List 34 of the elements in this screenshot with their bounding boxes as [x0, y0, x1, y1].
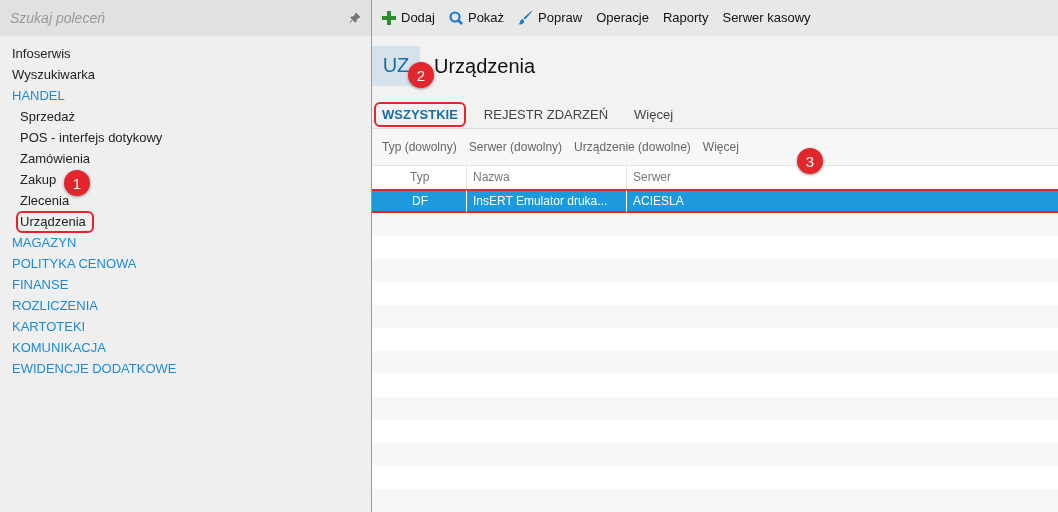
toolbar-button[interactable]: Serwer kasowy	[720, 10, 813, 26]
filter-button[interactable]: Typ (dowolny)	[382, 140, 457, 155]
toolbar-button[interactable]: Raporty	[660, 10, 711, 26]
search-icon	[448, 10, 463, 25]
column-header[interactable]: Nazwa	[466, 166, 626, 189]
tab[interactable]: REJESTR ZDARZEŃ	[477, 104, 615, 126]
pin-icon[interactable]	[349, 12, 361, 24]
page-title: Urządzenia	[434, 53, 536, 79]
plus-icon	[382, 10, 396, 25]
tab[interactable]: Więcej	[628, 104, 680, 126]
filter-button[interactable]: Serwer (dowolny)	[468, 140, 563, 155]
search-field[interactable]: Szukaj poleceń	[10, 10, 343, 26]
toolbar-button[interactable]: Dodaj	[380, 10, 437, 26]
filter-button[interactable]: Więcej	[702, 140, 739, 155]
tab[interactable]: WSZYSTKIE	[376, 104, 464, 126]
column-header[interactable]: Typ	[372, 166, 466, 189]
table-cell: DF	[372, 189, 466, 213]
nav-item[interactable]: Sprzedaż	[18, 108, 77, 126]
brush-icon	[518, 10, 534, 26]
nav-item[interactable]: Zamówienia	[18, 150, 93, 168]
nav-item[interactable]: Zakup	[18, 171, 59, 189]
step-marker: 3	[797, 148, 823, 174]
step-marker: 1	[64, 170, 90, 196]
nav-item[interactable]: Wyszukiwarka	[10, 66, 97, 84]
nav-item[interactable]: Infoserwis	[10, 45, 73, 63]
filter-button[interactable]: Urządzenie (dowolne)	[574, 140, 691, 155]
search-bar[interactable]: Szukaj poleceń	[0, 0, 371, 36]
toolbar-button[interactable]: Operacje	[594, 10, 651, 26]
toolbar-button[interactable]: Pokaż	[446, 10, 507, 26]
table-cell: InsERT Emulator druka...	[466, 189, 626, 213]
nav-item[interactable]: POS - interfejs dotykowy	[18, 129, 165, 147]
toolbar-button[interactable]: Popraw	[516, 10, 585, 26]
table-cell: ACIESLA	[626, 189, 1058, 213]
nav-item[interactable]: Urządzenia	[18, 213, 92, 231]
